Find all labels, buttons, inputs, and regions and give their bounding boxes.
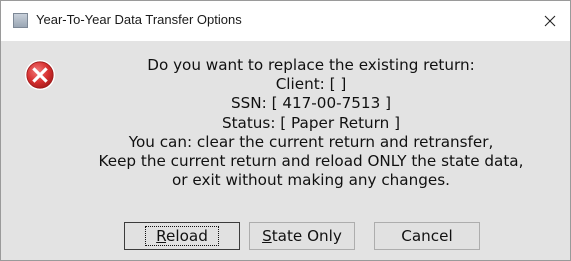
ssn-line: SSN: [ 417-00-7513 ] bbox=[230, 94, 392, 113]
status-line: Status: [ Paper Return ] bbox=[221, 113, 401, 132]
button-row: Reload State Only Cancel bbox=[1, 222, 570, 252]
error-icon bbox=[25, 60, 55, 90]
reload-button[interactable]: Reload bbox=[124, 222, 240, 250]
message-text: Do you want to replace the existing retu… bbox=[61, 56, 561, 190]
message-line: Keep the current return and reload ONLY … bbox=[98, 152, 524, 171]
client-line: Client: [ ] bbox=[275, 75, 347, 94]
state-only-button[interactable]: State Only bbox=[249, 222, 355, 250]
message-line: or exit without making any changes. bbox=[172, 171, 450, 190]
cancel-button[interactable]: Cancel bbox=[374, 222, 480, 250]
focus-rectangle: Reload bbox=[145, 226, 219, 246]
reload-accelerator: R bbox=[156, 227, 167, 245]
close-button[interactable] bbox=[530, 1, 570, 41]
dialog-body: Do you want to replace the existing retu… bbox=[1, 41, 570, 260]
dialog-window: Year-To-Year Data Transfer Options Do yo… bbox=[0, 0, 571, 261]
state-only-accelerator: S bbox=[262, 227, 272, 245]
reload-label: eload bbox=[166, 227, 208, 245]
window-title: Year-To-Year Data Transfer Options bbox=[36, 12, 242, 27]
message-line: Do you want to replace the existing retu… bbox=[147, 56, 475, 74]
cancel-label: Cancel bbox=[401, 227, 453, 245]
state-only-label: tate Only bbox=[271, 227, 342, 245]
close-icon bbox=[544, 15, 556, 27]
app-icon bbox=[13, 13, 28, 28]
title-bar[interactable]: Year-To-Year Data Transfer Options bbox=[1, 1, 570, 41]
message-line: You can: clear the current return and re… bbox=[128, 132, 494, 151]
